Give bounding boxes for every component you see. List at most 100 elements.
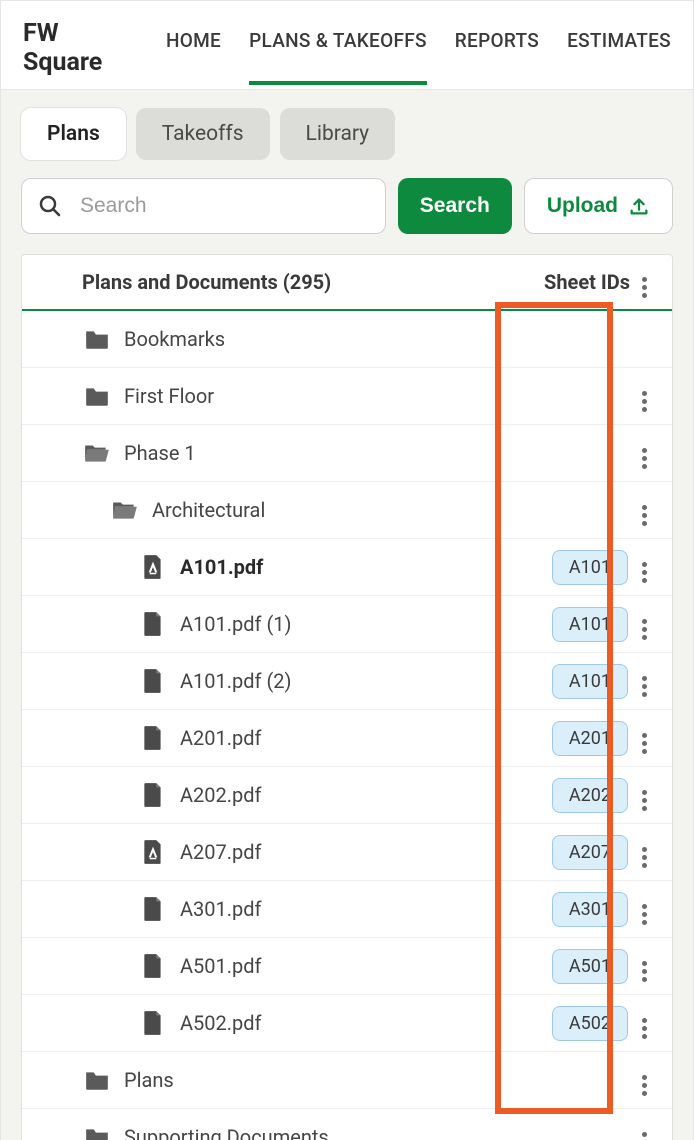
row-label: Phase 1 [124, 441, 196, 465]
nav-item-home[interactable]: HOME [166, 29, 221, 68]
file-icon [138, 725, 168, 751]
table-row[interactable]: Architectural [22, 482, 672, 539]
row-label: A101.pdf (1) [180, 612, 292, 636]
sheet-id-cell: A501 [526, 949, 628, 984]
sheet-id-badge[interactable]: A202 [552, 778, 628, 813]
row-menu-button[interactable] [628, 381, 660, 412]
table-header: Plans and Documents (295) Sheet IDs [22, 255, 672, 311]
sheet-id-cell: A101 [526, 664, 628, 699]
tab-plans[interactable]: Plans [21, 108, 126, 160]
search-field[interactable] [21, 178, 386, 234]
row-menu-button[interactable] [628, 666, 660, 697]
main-nav: HOMEPLANS & TAKEOFFSREPORTSESTIMATES [166, 29, 671, 68]
table-row[interactable]: A501.pdfA501 [22, 938, 672, 995]
row-menu-button[interactable] [628, 552, 660, 583]
table-row[interactable]: Plans [22, 1052, 672, 1109]
sheet-id-badge[interactable]: A301 [552, 892, 628, 927]
table-row[interactable]: A101.pdf (1) A101 [22, 596, 672, 653]
table-row[interactable]: A202.pdf A202 [22, 767, 672, 824]
sheet-id-cell: A207 [526, 835, 628, 870]
row-menu-button[interactable] [628, 1065, 660, 1096]
sheet-id-badge[interactable]: A201 [552, 721, 628, 756]
subtabs: PlansTakeoffsLibrary [21, 108, 673, 160]
tab-library[interactable]: Library [280, 108, 396, 160]
row-name: A207.pdf [22, 839, 526, 865]
kebab-icon [642, 1132, 647, 1140]
topbar: FW Square HOME PLANS & TAKEOFFS REPORTS EST… [1, 1, 693, 90]
row-label: A301.pdf [180, 897, 262, 921]
table-row[interactable]: Supporting Documents [22, 1109, 672, 1140]
table-row[interactable]: First Floor [22, 368, 672, 425]
column-header-name[interactable]: Plans and Documents (295) [82, 270, 510, 294]
file-icon [138, 611, 168, 637]
row-name: A301.pdf [22, 896, 526, 922]
documents-table: Plans and Documents (295) Sheet IDs Book… [21, 254, 673, 1140]
table-header-menu[interactable] [630, 267, 658, 298]
kebab-icon [642, 1018, 647, 1039]
kebab-icon [642, 733, 647, 754]
row-label: A202.pdf [180, 783, 262, 807]
kebab-icon [642, 847, 647, 868]
sheet-id-cell: A202 [526, 778, 628, 813]
row-menu-button[interactable] [628, 1008, 660, 1039]
upload-button[interactable]: Upload [524, 178, 673, 234]
row-menu-button[interactable] [628, 1122, 660, 1140]
row-name: A101.pdf [22, 554, 526, 580]
sheet-id-badge[interactable]: A502 [552, 1006, 628, 1041]
table-row[interactable]: A101.pdf (2) A101 [22, 653, 672, 710]
row-menu-button[interactable] [628, 495, 660, 526]
table-row[interactable]: Phase 1 [22, 425, 672, 482]
file-icon [138, 782, 168, 808]
row-menu-button[interactable] [628, 723, 660, 754]
kebab-icon [642, 961, 647, 982]
panel: PlansTakeoffsLibrary Search Upload Pl [1, 90, 693, 1140]
tab-takeoffs[interactable]: Takeoffs [136, 108, 270, 160]
folder-icon [82, 1069, 112, 1091]
column-header-sheetids[interactable]: Sheet IDs [510, 270, 630, 294]
sheet-id-badge[interactable]: A207 [552, 835, 628, 870]
row-label: A207.pdf [180, 840, 262, 864]
folder-icon [82, 385, 112, 407]
row-menu-button[interactable] [628, 609, 660, 640]
row-name: A101.pdf (1) [22, 611, 526, 637]
nav-item-plans-takeoffs[interactable]: PLANS & TAKEOFFS [249, 29, 427, 85]
sheet-id-badge[interactable]: A101 [552, 550, 628, 585]
table-row[interactable]: A201.pdf A201 [22, 710, 672, 767]
sheet-id-badge[interactable]: A501 [552, 949, 628, 984]
row-label: A502.pdf [180, 1011, 262, 1035]
row-name: A101.pdf (2) [22, 668, 526, 694]
row-label: A201.pdf [180, 726, 262, 750]
table-row[interactable]: Bookmarks [22, 311, 672, 368]
kebab-icon [642, 619, 647, 640]
folder-icon [82, 1126, 112, 1140]
table-row[interactable]: A301.pdf A301 [22, 881, 672, 938]
nav-item-estimates[interactable]: ESTIMATES [567, 29, 671, 68]
table-row[interactable]: A502.pdf A502 [22, 995, 672, 1052]
kebab-icon [642, 448, 647, 469]
row-menu-button[interactable] [628, 780, 660, 811]
folder-open-icon [110, 499, 140, 521]
search-button[interactable]: Search [398, 178, 512, 234]
row-menu-button[interactable] [628, 438, 660, 469]
row-label: A101.pdf (2) [180, 669, 292, 693]
sheet-id-badge[interactable]: A101 [552, 664, 628, 699]
sheet-id-cell: A101 [526, 607, 628, 642]
row-menu-button[interactable] [628, 951, 660, 982]
search-icon [38, 194, 62, 218]
brand-title: FW Square [23, 19, 142, 77]
row-name: A201.pdf [22, 725, 526, 751]
table-row[interactable]: A101.pdf A101 [22, 539, 672, 596]
row-label: Architectural [152, 498, 265, 522]
sheet-id-cell: A201 [526, 721, 628, 756]
row-menu-button[interactable] [628, 837, 660, 868]
table-row[interactable]: A207.pdf A207 [22, 824, 672, 881]
kebab-icon [642, 505, 647, 526]
kebab-icon [642, 790, 647, 811]
search-input[interactable] [80, 194, 369, 218]
app-window: FW Square HOME PLANS & TAKEOFFS REPORTS EST… [0, 0, 694, 1140]
kebab-icon [642, 676, 647, 697]
sheet-id-badge[interactable]: A101 [552, 607, 628, 642]
nav-item-reports[interactable]: REPORTS [455, 29, 539, 68]
row-menu-button[interactable] [628, 894, 660, 925]
file-icon [138, 1010, 168, 1036]
